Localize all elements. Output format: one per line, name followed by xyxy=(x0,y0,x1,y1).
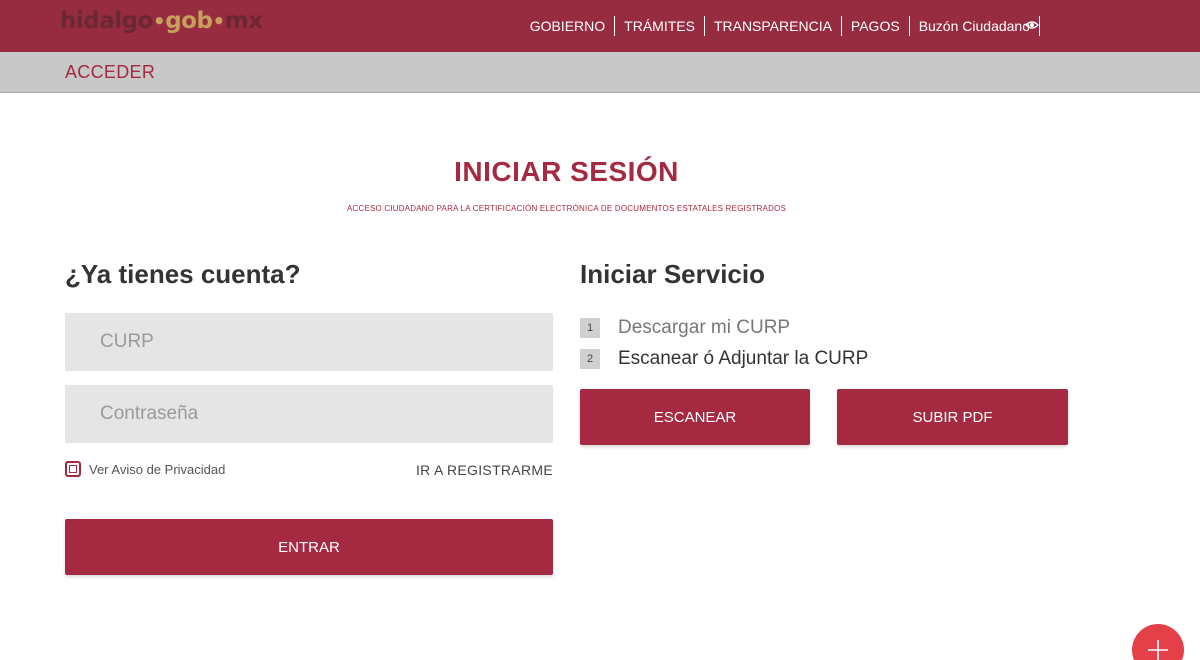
step-scan-or-attach-curp: 2 Escanear ó Adjuntar la CURP xyxy=(580,348,868,370)
nav-item-gobierno[interactable]: GOBIERNO xyxy=(521,16,616,36)
password-input[interactable] xyxy=(65,385,553,443)
page-breadcrumb-bar: ACCEDER xyxy=(0,52,1200,93)
logo-text-hidalgo: hidalgo xyxy=(60,8,153,34)
checkbox-mark xyxy=(69,465,77,473)
step-number: 1 xyxy=(580,318,600,338)
scan-button[interactable]: ESCANEAR xyxy=(580,389,810,445)
nav-item-transparencia[interactable]: TRANSPARENCIA xyxy=(705,16,842,36)
login-heading: ¿Ya tienes cuenta? xyxy=(65,259,301,289)
logo-text-mx: mx xyxy=(224,8,263,34)
step-download-curp[interactable]: 1 Descargar mi CURP xyxy=(580,317,790,339)
register-link[interactable]: IR A REGISTRARME xyxy=(416,462,553,478)
page-subtitle: ACCESO CIUDADANO PARA LA CERTIFICACIÓN E… xyxy=(346,204,787,213)
upload-pdf-button[interactable]: SUBIR PDF xyxy=(837,389,1068,445)
logo-dot: • xyxy=(212,9,225,33)
logo-dot: • xyxy=(152,9,166,33)
service-heading: Iniciar Servicio xyxy=(580,259,765,289)
step-number: 2 xyxy=(580,349,600,369)
login-submit-button[interactable]: ENTRAR xyxy=(65,519,553,575)
floating-action-button[interactable] xyxy=(1132,624,1184,660)
logo-text-gob: gob xyxy=(165,8,213,34)
main-nav: GOBIERNO TRÁMITES TRANSPARENCIA PAGOS Bu… xyxy=(521,0,1200,52)
privacy-notice-label[interactable]: Ver Aviso de Privacidad xyxy=(89,462,225,477)
step-label[interactable]: Descargar mi CURP xyxy=(618,317,790,339)
plus-icon xyxy=(1148,640,1168,660)
page-section-title: ACCEDER xyxy=(65,62,156,82)
privacy-checkbox[interactable] xyxy=(65,461,81,477)
eye-icon xyxy=(1025,21,1039,29)
curp-input[interactable] xyxy=(65,313,553,371)
accessibility-button[interactable] xyxy=(1022,15,1042,35)
nav-item-pagos[interactable]: PAGOS xyxy=(842,16,910,36)
nav-item-tramites[interactable]: TRÁMITES xyxy=(615,16,705,36)
top-navbar: hidalgo•gob•mx GOBIERNO TRÁMITES TRANSPA… xyxy=(0,0,1200,52)
privacy-notice-toggle[interactable]: Ver Aviso de Privacidad xyxy=(65,461,225,477)
site-logo[interactable]: hidalgo•gob•mx xyxy=(60,8,263,34)
step-label: Escanear ó Adjuntar la CURP xyxy=(618,348,869,369)
page-title: INICIAR SESIÓN xyxy=(454,156,679,187)
nav-item-buzon-ciudadano[interactable]: Buzón Ciudadano xyxy=(910,16,1040,36)
